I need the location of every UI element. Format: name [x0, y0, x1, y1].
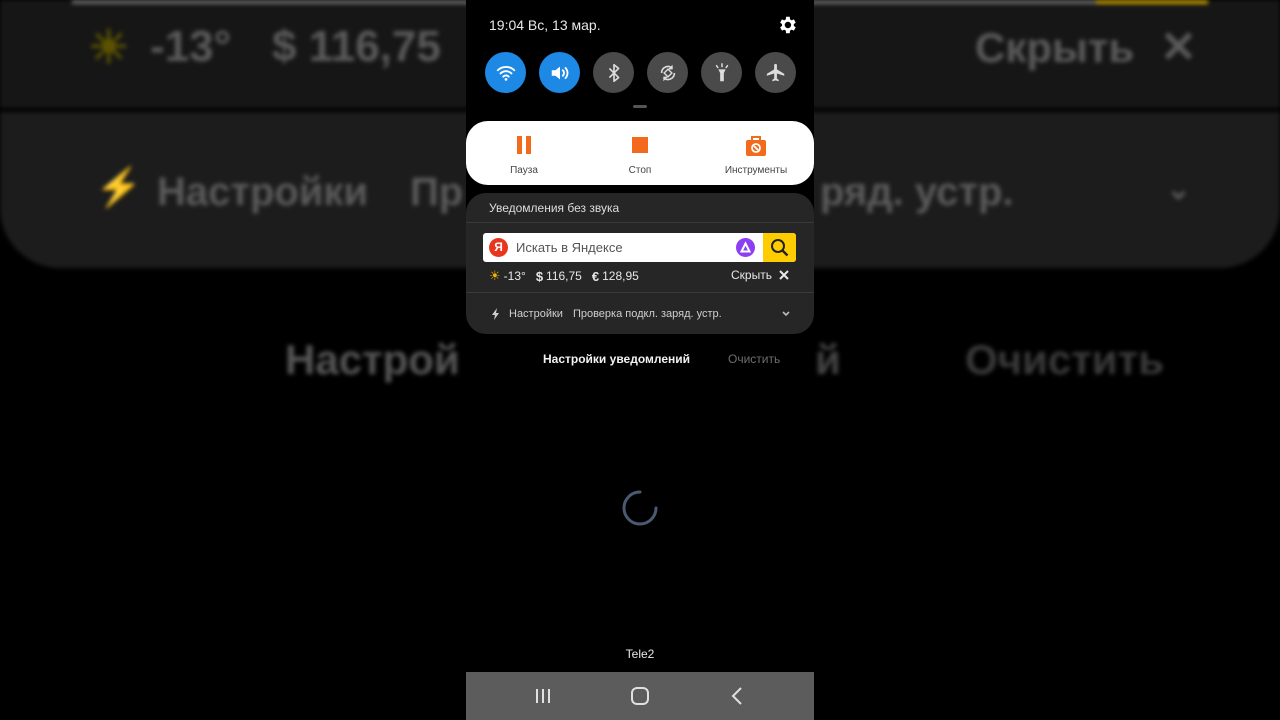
bg-charge-suffix: ряд. устр. — [820, 170, 1014, 214]
eur-rate[interactable]: € 128,95 — [592, 269, 639, 284]
notification-settings-button[interactable]: Настройки уведомлений — [543, 352, 690, 366]
hide-button[interactable]: Скрыть — [731, 268, 790, 282]
bg-chevron-icon: ⌄ — [1166, 173, 1192, 206]
navigation-bar — [466, 672, 814, 720]
sound-toggle[interactable] — [539, 52, 580, 93]
bg-hide: Скрыть — [975, 24, 1135, 71]
bg-top-strip-accent — [1096, 0, 1208, 4]
chevron-down-icon[interactable] — [780, 307, 792, 319]
yandex-search-bar[interactable]: Я Искать в Яндексе — [483, 233, 796, 262]
bg-clear: Очистить — [965, 336, 1165, 383]
silent-notifications-header: Уведомления без звука — [489, 201, 620, 215]
weather-item[interactable]: ☀ -13° — [489, 268, 526, 284]
charging-text: Проверка подкл. заряд. устр. — [572, 308, 722, 320]
usd-rate[interactable]: $ 116,75 — [536, 269, 582, 284]
hide-label: Скрыть — [731, 268, 772, 282]
temperature: -13° — [503, 269, 526, 283]
panel-handle[interactable] — [633, 105, 647, 108]
eur-value: 128,95 — [602, 269, 639, 283]
bg-settings: Настройки — [157, 170, 369, 214]
wifi-icon — [496, 65, 515, 81]
autorotate-icon — [660, 64, 675, 81]
toolbox-icon — [746, 136, 766, 156]
home-icon[interactable] — [628, 684, 652, 708]
alice-icon[interactable] — [736, 238, 755, 257]
charging-notification[interactable]: Настройки Проверка подкл. заряд. устр. — [491, 308, 722, 320]
flashlight-toggle[interactable] — [701, 52, 742, 93]
bg-close-icon: ✕ — [1160, 23, 1197, 72]
bg-sun-icon: ☀ — [88, 21, 130, 73]
tools-button[interactable]: Инструменты — [701, 135, 811, 176]
quick-settings — [485, 52, 796, 93]
notification-card: Уведомления без звука Я Искать в Яндексе… — [466, 193, 814, 334]
weather-currency-row: ☀ -13° $ 116,75 € 128,95 — [489, 268, 649, 284]
bg-bolt-icon: ⚡ — [95, 167, 143, 209]
carrier-name: Tele2 — [625, 647, 655, 661]
clear-button[interactable]: Очистить — [728, 352, 780, 366]
loading-spinner-icon — [622, 490, 658, 526]
yandex-logo-icon: Я — [489, 238, 508, 257]
pause-icon — [517, 136, 531, 154]
search-placeholder: Искать в Яндексе — [516, 240, 623, 255]
euro-icon: € — [591, 268, 600, 284]
phone-screen: 19:04 Вс, 13 мар. Пауза Стоп Инструменты… — [466, 0, 814, 720]
bg-usd: $ 116,75 — [272, 22, 441, 71]
sun-icon: ☀ — [489, 268, 501, 283]
bolt-icon — [492, 308, 499, 320]
pause-label: Пауза — [510, 165, 538, 176]
status-datetime: 19:04 Вс, 13 мар. — [489, 17, 601, 33]
stop-label: Стоп — [628, 165, 652, 176]
charging-app-name: Настройки — [509, 308, 563, 320]
flashlight-icon — [715, 62, 728, 81]
airplane-toggle[interactable] — [755, 52, 796, 93]
sound-icon — [551, 66, 568, 79]
divider — [466, 222, 814, 223]
recent-apps-icon[interactable] — [531, 684, 555, 708]
gear-icon[interactable] — [776, 14, 798, 36]
stop-icon — [632, 137, 648, 153]
stop-button[interactable]: Стоп — [585, 135, 695, 176]
tools-label: Инструменты — [724, 165, 788, 176]
close-icon — [779, 270, 789, 280]
airplane-icon — [766, 63, 784, 81]
bluetooth-icon — [608, 63, 619, 82]
bg-notif-settings: Настрой — [285, 336, 460, 383]
search-icon — [771, 239, 789, 257]
search-button[interactable] — [763, 233, 796, 262]
bluetooth-toggle[interactable] — [593, 52, 634, 93]
bg-temp: -13° — [150, 22, 232, 71]
pause-button[interactable]: Пауза — [469, 135, 579, 176]
divider — [466, 292, 814, 293]
bg-notif-fragment: й — [815, 336, 841, 383]
autorotate-toggle[interactable] — [647, 52, 688, 93]
wifi-toggle[interactable] — [485, 52, 526, 93]
usd-value: 116,75 — [546, 269, 582, 283]
bg-charge-prefix: Пр — [410, 170, 464, 214]
dollar-icon: $ — [535, 268, 544, 284]
back-icon[interactable] — [726, 684, 750, 708]
recorder-controls: Пауза Стоп Инструменты — [466, 121, 814, 185]
